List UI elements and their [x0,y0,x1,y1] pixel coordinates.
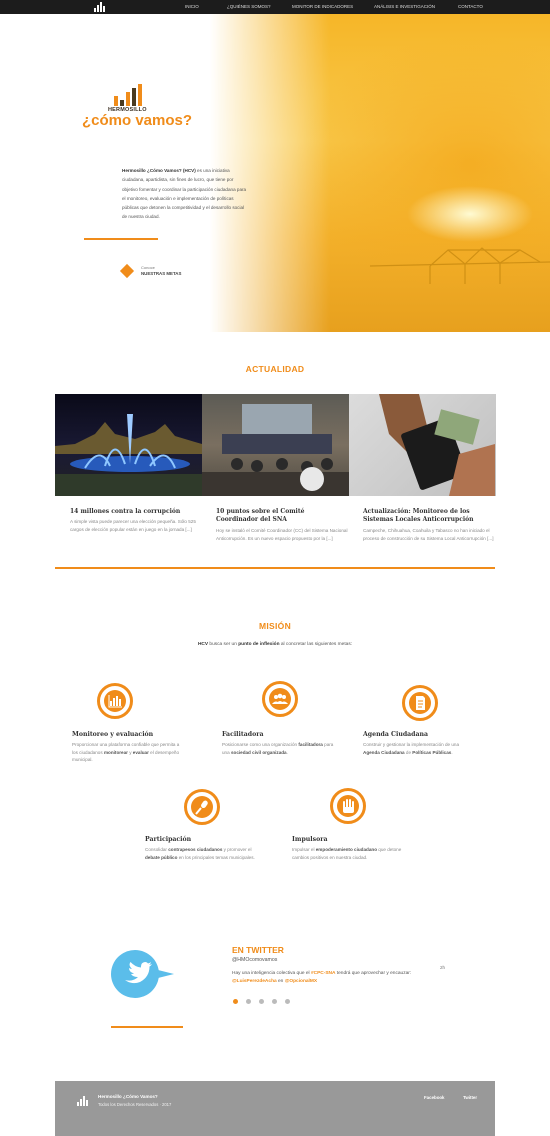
news-title-1[interactable]: 14 millones contra la corrupción [70,508,200,516]
news-title-3[interactable]: Actualización: Monitoreo de los Sistemas… [363,508,493,524]
mt2d: Políticas Públicas [412,749,452,755]
carousel-dot-5[interactable] [285,999,290,1004]
news-section-title: ACTUALIDAD [245,364,305,374]
news-text-3: Campeche, Chihuahua, Coahuila y Tabasco … [363,528,494,541]
tweet-text: Hay una inteligencia colectiva que el #C… [232,970,432,986]
nav-item-analisis[interactable]: ANÁLISIS E INVESTIGACIÓN [374,0,435,14]
hand-icon [330,788,366,824]
nav-item-contacto[interactable]: CONTACTO [458,0,483,14]
mission-text-monitoreo: Proporcionar una plataforma confiable qu… [72,741,184,764]
hero-section: HERMOSILLO ¿cómo vamos? Hermosillo ¿Cómo… [0,14,550,332]
tweet-time: 2h [440,965,446,970]
site-logo-icon[interactable] [93,2,107,12]
footer: Hermosillo ¿Cómo Vamos? Todos los Derech… [55,1081,495,1136]
hero-description: Hermosillo ¿Cómo Vamos? (HCV) es una ini… [122,166,250,222]
news-image-money[interactable] [349,394,496,496]
carousel-dot-2[interactable] [246,999,251,1004]
mission-title-facilitadora: Facilitadora [222,731,264,738]
hero-divider [84,238,158,240]
twitter-heading: EN TWITTER [232,945,284,955]
goals-link-small[interactable]: Conoce [141,265,155,270]
mt3b: contrapesos ciudadanos [168,847,223,852]
mt2b: Agenda Ciudadana [363,749,405,755]
nav-item-quienes-somos[interactable]: ¿QUIÉNES SOMOS? [227,0,271,14]
mt0d: evaluar [132,749,149,755]
group-icon [262,681,298,717]
twitter-handle[interactable]: @HMOcomovamos [232,957,277,963]
news-divider [55,567,495,569]
carousel-dot-3[interactable] [259,999,264,1004]
footer-site-name: Hermosillo ¿Cómo Vamos? [98,1094,158,1099]
hero-desc-bold: Hermosillo ¿Cómo Vamos? (HCV) [122,168,196,173]
mission-text-agenda: Construir y gestionar la implementación … [363,741,475,756]
news-text-2: Hoy se instaló el Comité Coordinador (CC… [216,528,348,541]
footer-link-twitter[interactable]: Twitter [463,1095,477,1100]
mt1e: . [286,749,288,755]
mt1b: facilitadora [298,742,323,747]
mission-title-agenda: Agenda Ciudadana [363,731,429,738]
mission-text-facilitadora: Posicionarse como una organización facil… [222,741,334,756]
tw-hashtag[interactable]: #CPC-SNA [311,971,336,976]
footer-link-facebook[interactable]: Facebook [424,1095,445,1100]
mt4b: empoderamiento ciudadano [315,847,378,852]
mt4a: Impulsar el [292,847,316,852]
carousel-dot-4[interactable] [272,999,277,1004]
mission-intro-d: al concretar las siguientes metas: [279,642,353,647]
mission-title-participacion: Participación [145,836,192,843]
mission-section-title: MISIÓN [258,621,292,631]
twitter-bird-icon[interactable] [111,950,159,998]
twitter-divider [111,1026,183,1028]
mission-intro-hcv: HCV [197,642,209,647]
nav-item-inicio[interactable]: INICIO [185,0,199,14]
microphone-icon [184,789,220,825]
chart-icon [97,683,133,719]
mt0b: monitorear [103,749,128,755]
tw-a: Hay una inteligencia colectiva que el [232,971,311,976]
mt3c: y promover el [222,847,252,852]
hcv-logo: HERMOSILLO ¿cómo vamos? [82,84,192,144]
hero-background-image [0,14,550,332]
mission-intro-b: busca ser un [208,642,239,647]
hero-desc-text: es una iniciativa ciudadana, apartidista… [122,168,247,220]
news-image-meeting[interactable] [202,394,349,496]
mission-intro-c: punto de inflexión [238,642,280,647]
footer-logo-icon[interactable] [76,1096,90,1106]
goals-link-label[interactable]: NUESTRAS METAS [141,271,181,276]
mt2a: Construir y gestionar la implementación … [363,742,460,747]
mission-title-impulsora: Impulsora [292,836,328,843]
tw-e: en [276,979,285,984]
twitter-bubble-tail [154,969,174,979]
document-icon [402,685,438,721]
mt3e: en los principales temas municipales. [177,854,255,860]
news-text-1: A simple vista puede parecer una elecció… [70,519,196,532]
mt2e: . [451,749,453,755]
mission-text-participacion: Consolidar contrapesos ciudadanos y prom… [145,846,257,861]
top-navbar: INICIO ¿QUIÉNES SOMOS? MONITOR DE INDICA… [0,0,550,14]
carousel-dot-1[interactable] [233,999,238,1004]
tw-mention-2[interactable]: @OpcionalMX [285,979,317,984]
tw-c: tendrá que aprovechar y encauzar: [335,971,412,976]
news-image-fountain[interactable] [55,394,202,496]
mt3d: debate público [145,854,178,860]
mission-text-impulsora: Impulsar el empoderamiento ciudadano que… [292,846,404,861]
mt3a: Consolidar [145,847,169,852]
tw-mention-1[interactable]: @LuisPerezdeAcha [232,979,277,984]
logo-title: ¿cómo vamos? [82,112,193,129]
news-title-2[interactable]: 10 puntos sobre el Comité Coordinador de… [216,508,346,524]
mt1a: Posicionarse como una organización [222,742,299,747]
footer-copyright: Todos los Derechos Reservados · 2017 [98,1102,172,1107]
mission-title-monitoreo: Monitoreo y evaluación [72,731,154,738]
nav-item-monitor[interactable]: MONITOR DE INDICADORES [292,0,353,14]
mt1d: sociedad civil organizada [230,749,287,755]
bars-logo-icon [114,84,144,106]
bridge-silhouette [370,247,550,284]
mission-intro: HCV busca ser un punto de inflexión al c… [0,642,550,647]
